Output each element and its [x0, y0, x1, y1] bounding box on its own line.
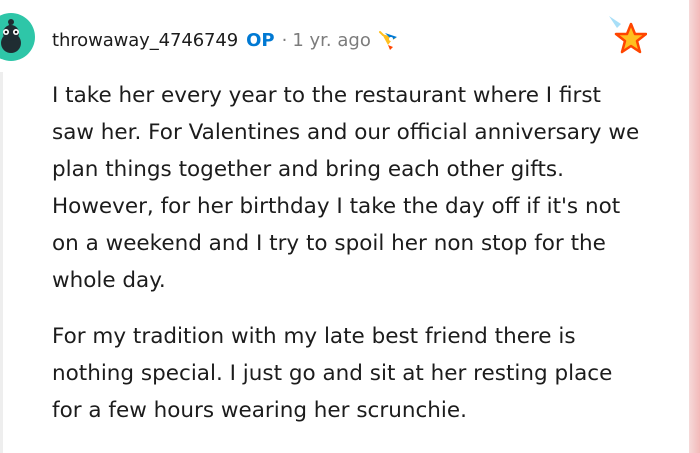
comment-paragraph: I take her every year to the restaurant …	[52, 83, 640, 293]
comment-timestamp[interactable]: 1 yr. ago	[292, 24, 371, 58]
avatar[interactable]	[0, 12, 36, 62]
comment-author[interactable]: throwaway_4746749	[52, 24, 238, 58]
snoo-avatar-icon	[0, 13, 35, 61]
comment-body: I take her every year to the restaurant …	[52, 77, 642, 429]
op-badge: OP	[246, 30, 275, 51]
star-award-icon[interactable]	[605, 14, 647, 56]
comment-paragraph: For my tradition with my late best frien…	[52, 324, 613, 423]
comment-header: throwaway_4746749 OP · 1 yr. ago	[52, 24, 404, 58]
thread-line[interactable]	[0, 72, 3, 453]
rocket-award-icon[interactable]	[377, 28, 404, 55]
meta-separator: ·	[281, 30, 288, 51]
page-edge-strip	[689, 0, 700, 453]
